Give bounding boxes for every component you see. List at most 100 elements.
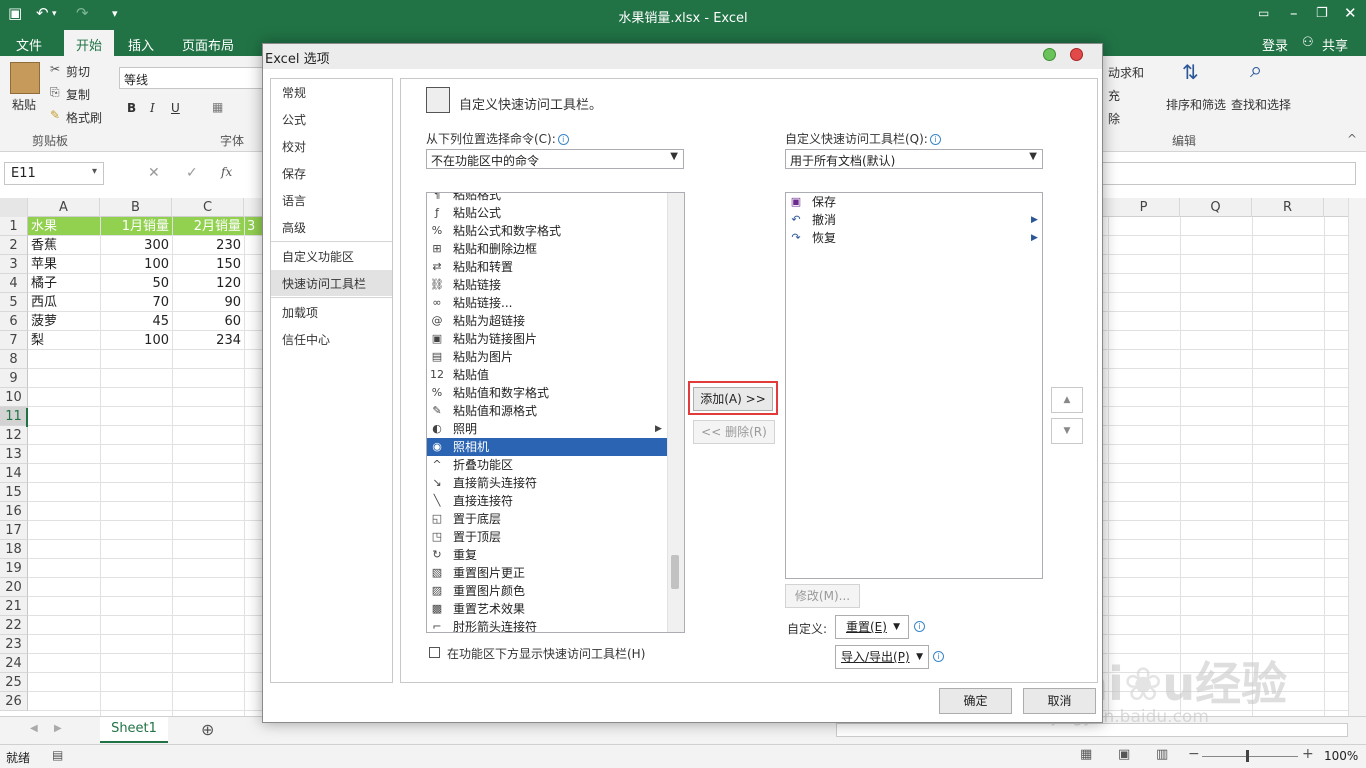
underline-button[interactable]: U [171,101,180,115]
zoom-out-icon[interactable]: − [1188,746,1200,762]
row-header[interactable]: 17 [0,521,28,540]
normal-view-icon[interactable]: ▦ [1080,747,1092,762]
cell-b1[interactable]: 1月销量 [100,217,172,236]
tab-insert[interactable]: 插入 [128,35,154,54]
row-header[interactable]: 22 [0,616,28,635]
customize-qat-select[interactable]: 用于所有文档(默认) ▼ [785,149,1043,169]
cell-d1[interactable]: 3 [244,217,262,236]
row-header[interactable]: 26 [0,692,28,711]
zoom-slider[interactable] [1202,756,1298,757]
format-painter-button[interactable]: 格式刷 [66,109,102,126]
find-select-button[interactable]: 查找和选择 [1231,96,1291,113]
table-cell[interactable]: 香蕉 [28,236,100,255]
qat-list-item[interactable]: ▣ 保存 [786,193,1042,211]
row-header[interactable]: 12 [0,426,28,445]
dialog-close-icon[interactable] [1070,48,1083,61]
command-list-item[interactable]: ƒ 粘贴公式 [427,204,667,222]
command-list-item[interactable]: ↻ 重复 [427,546,667,564]
nav-item[interactable]: 自定义功能区 [271,243,392,269]
nav-item[interactable]: 快速访问工具栏 [271,270,392,296]
page-layout-view-icon[interactable]: ▣ [1118,747,1130,762]
share-icon[interactable]: ⚇ [1302,35,1314,50]
column-header-b[interactable]: B [100,198,172,217]
command-list-item[interactable]: 12 粘贴值 [427,366,667,384]
move-down-button[interactable]: ▼ [1051,418,1083,444]
page-break-view-icon[interactable]: ▥ [1156,747,1168,762]
column-header-q[interactable]: Q [1180,198,1252,217]
commands-list[interactable]: ¶ 粘贴格式 ƒ 粘贴公式% 粘贴公式和数字格式 ⊞ 粘贴和删除边框 ⇄ 粘贴和转置 ⛓ 粘贴链接 ∞… [426,192,685,633]
zoom-slider-thumb[interactable] [1246,750,1249,762]
restore-icon[interactable]: ❐ [1316,6,1328,21]
zoom-level[interactable]: 100% [1324,749,1358,763]
command-list-item[interactable]: ⊞ 粘贴和删除边框 [427,240,667,258]
sheet-tab-sheet1[interactable]: Sheet1 [100,717,168,743]
table-cell[interactable]: 90 [172,293,244,312]
command-list-item[interactable]: @ 粘贴为超链接 [427,312,667,330]
cell-c1[interactable]: 2月销量 [172,217,244,236]
formula-input[interactable] [1100,162,1356,185]
clear-button[interactable]: 除 [1108,110,1120,127]
command-list-item[interactable]: ╲ 直接连接符 [427,492,667,510]
remove-button[interactable]: << 删除(R) [693,420,775,444]
close-icon[interactable]: ✕ [1344,4,1357,22]
move-up-button[interactable]: ▲ [1051,387,1083,413]
row-header[interactable]: 10 [0,388,28,407]
nav-item[interactable]: 公式 [271,106,392,132]
nav-item[interactable]: 语言 [271,187,392,213]
row-header[interactable]: 15 [0,483,28,502]
command-list-item[interactable]: ^ 折叠功能区 [427,456,667,474]
column-header-p[interactable]: P [1108,198,1180,217]
row-header[interactable]: 21 [0,597,28,616]
row-header[interactable]: 11 [0,407,28,426]
italic-button[interactable]: I [150,101,155,115]
table-cell[interactable]: 120 [172,274,244,293]
login-link[interactable]: 登录 [1262,35,1288,54]
row-header[interactable]: 13 [0,445,28,464]
ribbon-display-icon[interactable]: ▭ [1258,6,1269,20]
row-header[interactable]: 18 [0,540,28,559]
reset-button[interactable]: 重置(E) ▼ [835,615,909,639]
table-cell[interactable]: 60 [172,312,244,331]
command-list-item[interactable]: ◉ 照相机 [427,438,667,456]
zoom-in-icon[interactable]: + [1302,746,1314,762]
cell-a1[interactable]: 水果 [28,217,100,236]
nav-item[interactable]: 校对 [271,133,392,159]
table-cell[interactable]: 50 [100,274,172,293]
collapse-ribbon-icon[interactable]: ^ [1347,132,1357,146]
table-cell[interactable]: 70 [100,293,172,312]
commands-scrollbar-thumb[interactable] [671,555,679,589]
import-export-button[interactable]: 导入/导出(P) ▼ [835,645,929,669]
tab-page-layout[interactable]: 页面布局 [182,35,234,54]
column-header-c[interactable]: C [172,198,244,217]
command-list-item[interactable]: ⌐ 肘形箭头连接符 [427,618,667,632]
autosum-button[interactable]: 动求和 [1108,64,1144,81]
row-header[interactable]: 14 [0,464,28,483]
vertical-scrollbar[interactable] [1348,198,1366,716]
row-header[interactable]: 24 [0,654,28,673]
font-name-input[interactable]: 等线 [119,67,264,89]
add-sheet-icon[interactable]: ⊕ [201,720,214,739]
qat-list-item[interactable]: ↶ 撤消 ▶ [786,211,1042,229]
command-list-item[interactable]: ◐ 照明 ▶ [427,420,667,438]
command-list-item[interactable]: ✎ 粘贴值和源格式 [427,402,667,420]
nav-item[interactable]: 信任中心 [271,326,392,352]
table-cell[interactable]: 菠萝 [28,312,100,331]
table-cell[interactable]: 150 [172,255,244,274]
command-list-item[interactable]: % 粘贴公式和数字格式 [427,222,667,240]
command-list-item[interactable]: ▣ 粘贴为链接图片 [427,330,667,348]
tab-file[interactable]: 文件 [16,35,42,54]
row-header[interactable]: 7 [0,331,28,350]
row-header[interactable]: 25 [0,673,28,692]
table-cell[interactable]: 100 [100,331,172,350]
table-cell[interactable]: 苹果 [28,255,100,274]
fill-button[interactable]: 充 [1108,87,1120,104]
minimize-icon[interactable]: – [1290,4,1298,22]
sort-filter-button[interactable]: 排序和筛选 [1166,96,1226,113]
nav-item[interactable]: 加载项 [271,299,392,325]
table-cell[interactable]: 45 [100,312,172,331]
command-list-item[interactable]: ▨ 重置图片颜色 [427,582,667,600]
table-cell[interactable]: 230 [172,236,244,255]
tab-home[interactable]: 开始 [64,30,115,56]
name-box-dropdown-icon[interactable]: ▾ [92,166,97,177]
prev-sheet-icon[interactable]: ◀ [30,723,38,734]
